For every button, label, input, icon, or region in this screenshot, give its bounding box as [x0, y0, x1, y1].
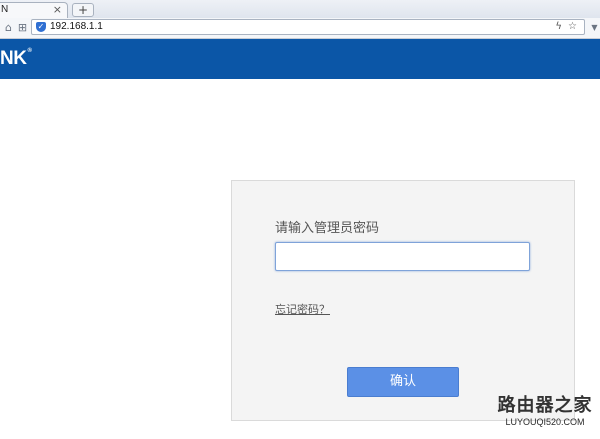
- address-bar[interactable]: ✓ 192.168.1.1 ϟ ☆: [31, 19, 585, 35]
- login-panel: 请输入管理员密码 忘记密码？ 确认: [231, 180, 575, 421]
- url-text[interactable]: 192.168.1.1: [50, 21, 103, 32]
- confirm-button[interactable]: 确认: [347, 367, 459, 397]
- header-bar: NK®: [0, 39, 600, 79]
- shield-icon: ✓: [36, 22, 46, 32]
- password-input[interactable]: [275, 242, 530, 271]
- dropdown-icon[interactable]: ▼: [588, 21, 600, 34]
- star-icon[interactable]: ☆: [568, 21, 577, 32]
- password-prompt: 请输入管理员密码: [275, 221, 380, 236]
- watermark-title: 路由器之家: [497, 395, 593, 416]
- home-icon[interactable]: ⌂: [2, 21, 15, 34]
- new-tab-button[interactable]: +: [72, 3, 94, 17]
- logo-text: NK: [0, 48, 27, 69]
- tab-title: N: [1, 4, 9, 15]
- browser-tab[interactable]: N ×: [0, 2, 68, 18]
- lightning-icon[interactable]: ϟ: [555, 21, 562, 32]
- forgot-password-link[interactable]: 忘记密码？: [275, 301, 330, 317]
- browser-tabbar: N × +: [0, 0, 600, 19]
- brand-logo: NK®: [0, 48, 32, 70]
- tab-close-icon[interactable]: ×: [53, 3, 62, 16]
- watermark: 路由器之家 LUYOUQI520.COM: [490, 396, 600, 428]
- apps-icon[interactable]: ⊞: [16, 21, 29, 34]
- browser-toolbar: ⌂ ⊞ ✓ 192.168.1.1 ϟ ☆ ▼: [0, 18, 600, 39]
- watermark-url: LUYOUQI520.COM: [505, 417, 585, 427]
- logo-mark: ®: [27, 48, 32, 54]
